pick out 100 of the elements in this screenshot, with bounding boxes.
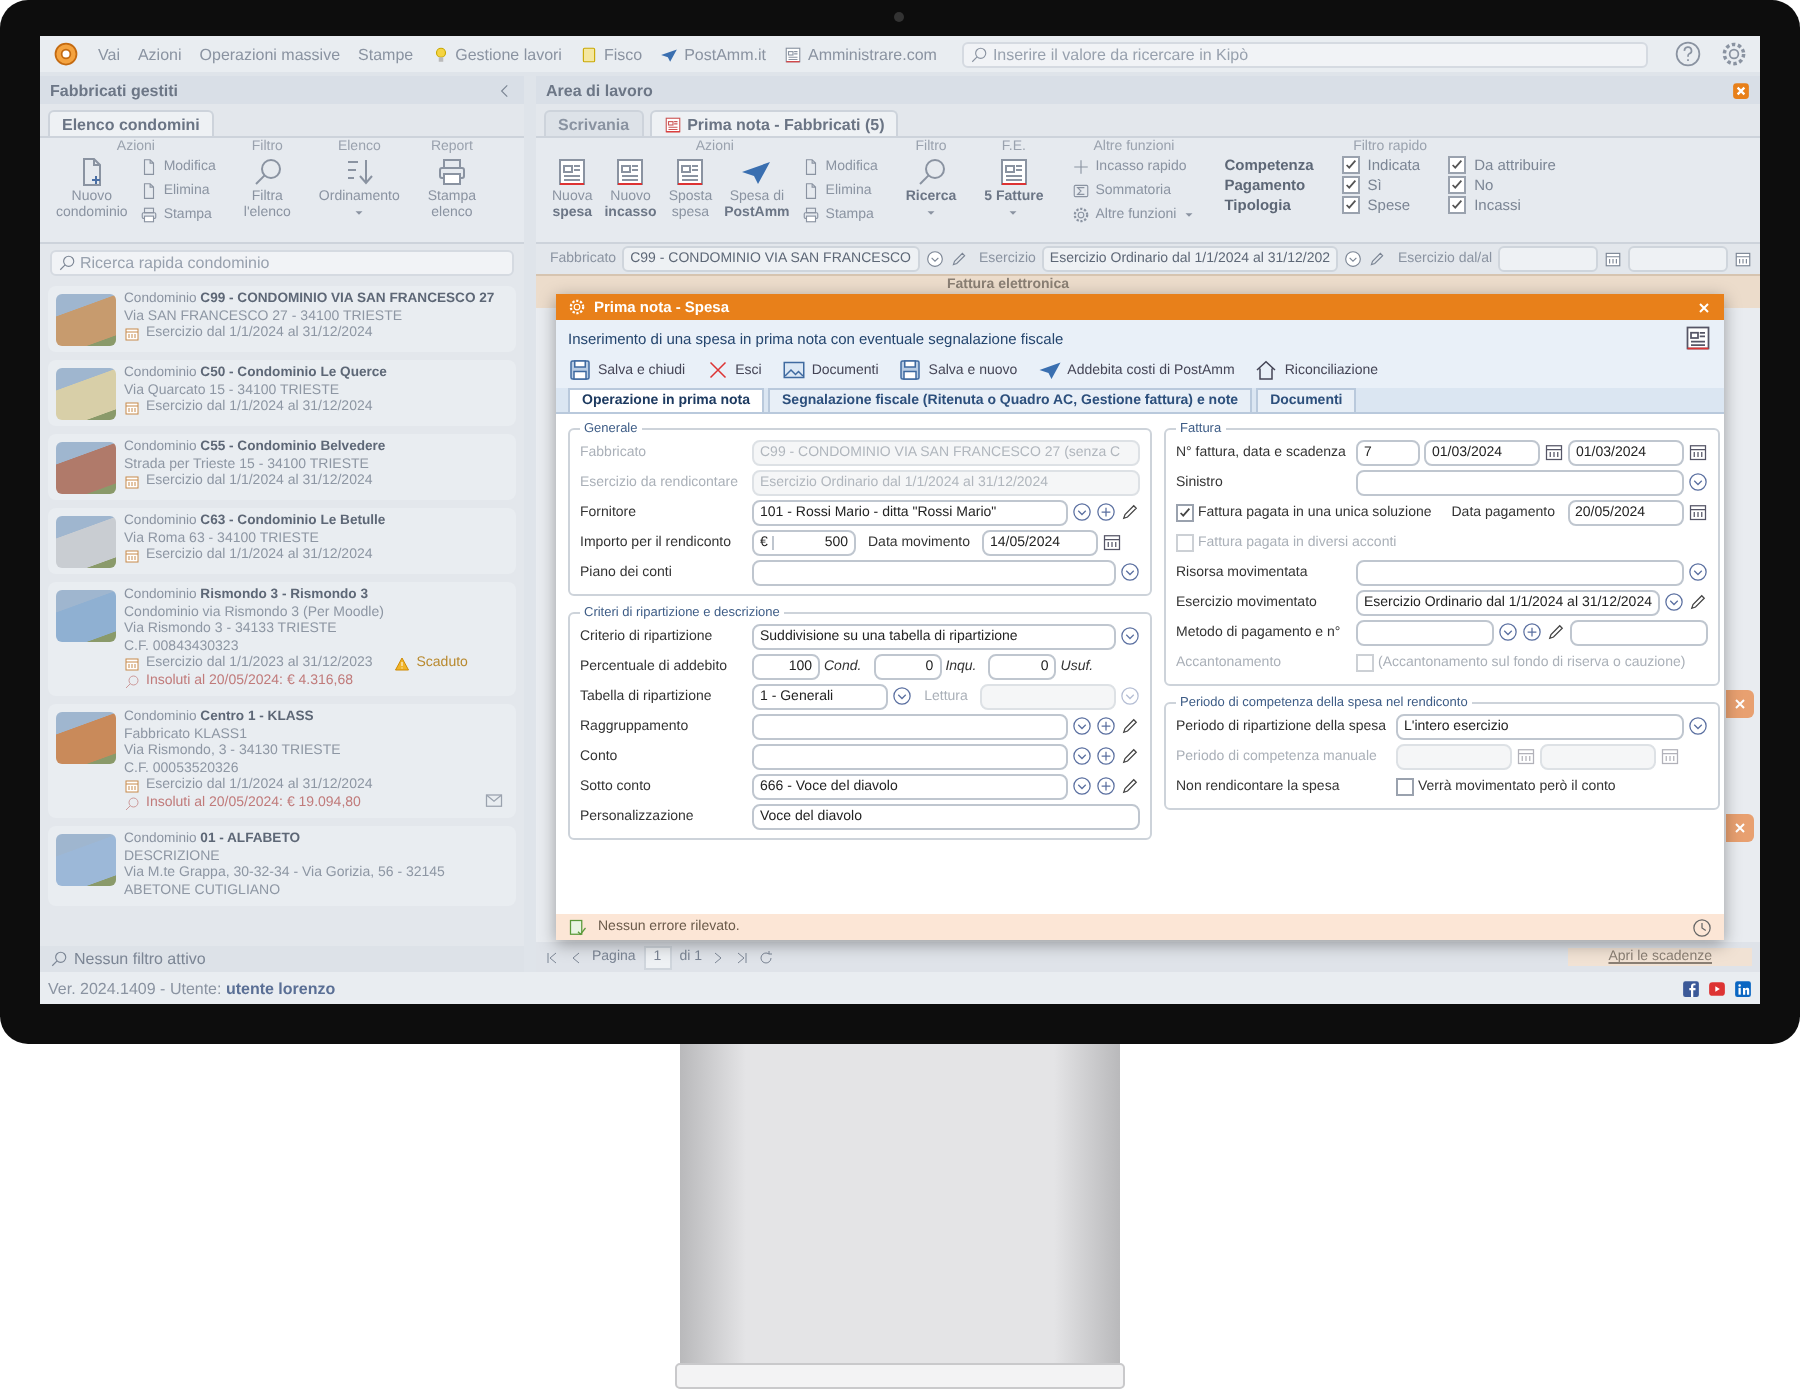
document-check-icon bbox=[568, 917, 588, 937]
tab[interactable]: Elenco condomini bbox=[48, 110, 214, 136]
tab[interactable]: Scrivania bbox=[544, 110, 644, 136]
dropdown-icon[interactable] bbox=[1687, 562, 1708, 582]
add-icon[interactable] bbox=[1096, 746, 1116, 766]
select-field[interactable] bbox=[752, 559, 1116, 585]
add-icon[interactable] bbox=[1096, 716, 1116, 736]
calendar-icon bbox=[124, 778, 140, 795]
form-icon bbox=[663, 115, 682, 133]
close-icon[interactable] bbox=[1732, 696, 1748, 712]
menu-item[interactable]: Vai bbox=[98, 45, 120, 63]
printer-icon bbox=[801, 205, 820, 223]
document-icon bbox=[139, 181, 158, 199]
menu-item[interactable]: Stampe bbox=[358, 45, 414, 63]
history-icon[interactable] bbox=[1692, 917, 1712, 937]
social-icon[interactable] bbox=[1708, 979, 1726, 997]
add-icon[interactable] bbox=[1096, 776, 1116, 796]
cross-icon bbox=[705, 358, 730, 382]
select-field[interactable] bbox=[1356, 469, 1684, 495]
building-card[interactable] bbox=[48, 582, 516, 696]
next-page-icon[interactable] bbox=[710, 949, 726, 965]
menu-item[interactable]: Azioni bbox=[137, 45, 182, 63]
select-field[interactable] bbox=[1356, 559, 1684, 585]
add-icon[interactable] bbox=[1096, 502, 1116, 522]
form-icon bbox=[997, 156, 1030, 188]
calendar-icon bbox=[124, 548, 140, 565]
dropdown-icon[interactable] bbox=[1498, 622, 1518, 642]
date-field[interactable] bbox=[1498, 246, 1599, 272]
dropdown-icon[interactable] bbox=[1120, 626, 1140, 646]
paper-plane-icon bbox=[660, 45, 679, 63]
dropdown-icon[interactable] bbox=[1072, 746, 1092, 766]
mail-icon[interactable] bbox=[484, 790, 504, 810]
house-icon bbox=[1254, 358, 1279, 382]
calendar-icon[interactable] bbox=[1687, 502, 1708, 522]
dropdown-icon[interactable] bbox=[1344, 250, 1362, 268]
gear-icon bbox=[568, 298, 586, 316]
dropdown-icon[interactable] bbox=[1687, 472, 1708, 492]
document-icon bbox=[801, 181, 820, 199]
help-icon[interactable] bbox=[1674, 40, 1702, 68]
printer-icon bbox=[139, 205, 158, 223]
previous-page-icon[interactable] bbox=[568, 949, 584, 965]
photo-placeholder bbox=[56, 590, 116, 642]
calendar-icon[interactable] bbox=[1543, 442, 1564, 462]
social-icon[interactable] bbox=[1682, 979, 1700, 997]
menu-item[interactable]: PostAmm.it bbox=[660, 45, 766, 63]
form-icon bbox=[614, 156, 647, 188]
photo-placeholder bbox=[56, 442, 116, 494]
sum-icon bbox=[1071, 181, 1090, 199]
warning-icon bbox=[394, 656, 411, 673]
dropdown-icon[interactable] bbox=[1072, 776, 1092, 796]
panel-title: Area di lavoro bbox=[546, 81, 653, 99]
calendar-icon[interactable] bbox=[1604, 250, 1623, 268]
close-icon[interactable] bbox=[1732, 820, 1748, 836]
last-page-icon[interactable] bbox=[734, 949, 750, 965]
refresh-icon[interactable] bbox=[758, 949, 774, 965]
logo-icon[interactable] bbox=[52, 40, 80, 68]
pencil-icon[interactable] bbox=[1687, 592, 1708, 612]
settings-icon[interactable] bbox=[1720, 40, 1748, 68]
dropdown-icon[interactable] bbox=[1687, 716, 1708, 736]
search-field[interactable]: Ricerca rapida condominio bbox=[50, 250, 514, 276]
search-field[interactable]: Inserire il valore da ricercare in Kipò bbox=[962, 41, 1648, 67]
select-field[interactable] bbox=[1356, 619, 1494, 645]
select-field[interactable] bbox=[752, 743, 1068, 769]
close-icon[interactable] bbox=[1696, 299, 1712, 315]
version-user-text: Ver. 2024.1409 - Utente: utente lorenzo bbox=[48, 979, 336, 997]
menu-item[interactable]: Operazioni massive bbox=[199, 45, 341, 63]
form-icon[interactable] bbox=[1684, 324, 1712, 352]
document-icon bbox=[801, 157, 820, 175]
menu-item[interactable]: Gestione lavori bbox=[431, 45, 562, 63]
menu-item[interactable]: Fisco bbox=[579, 45, 643, 63]
save-icon bbox=[898, 358, 923, 382]
gear-icon bbox=[1071, 205, 1090, 223]
photo-placeholder bbox=[56, 712, 116, 764]
dropdown-icon[interactable] bbox=[1072, 502, 1092, 522]
dropdown-icon[interactable] bbox=[892, 686, 913, 706]
add-icon[interactable] bbox=[1522, 622, 1542, 642]
pencil-icon[interactable] bbox=[1546, 622, 1566, 642]
plus-icon bbox=[1071, 157, 1090, 175]
menu-item[interactable]: Amministrare.com bbox=[783, 45, 937, 63]
first-page-icon[interactable] bbox=[544, 949, 560, 965]
photo-placeholder bbox=[56, 516, 116, 568]
form-icon bbox=[783, 45, 802, 63]
photo-placeholder bbox=[56, 834, 116, 886]
date-field[interactable] bbox=[1628, 246, 1729, 272]
dropdown-icon[interactable] bbox=[1072, 716, 1092, 736]
close-icon[interactable] bbox=[1732, 81, 1750, 99]
social-icon[interactable] bbox=[1734, 979, 1752, 997]
tab[interactable]: Prima nota - Fabbricati (5) bbox=[649, 110, 899, 136]
select-field[interactable] bbox=[752, 713, 1068, 739]
calendar-icon[interactable] bbox=[1101, 532, 1122, 552]
calendar-icon[interactable] bbox=[1687, 442, 1708, 462]
dropdown-icon[interactable] bbox=[1120, 562, 1140, 582]
dropdown-icon[interactable] bbox=[1663, 592, 1684, 612]
calendar-icon[interactable] bbox=[1734, 250, 1753, 268]
check-icon bbox=[1178, 505, 1192, 519]
pencil-icon[interactable] bbox=[1120, 502, 1140, 522]
search-icon bbox=[50, 950, 68, 968]
paper-plane-icon bbox=[1037, 358, 1062, 382]
dropdown-icon[interactable] bbox=[925, 250, 943, 268]
text-field[interactable] bbox=[1570, 619, 1708, 645]
